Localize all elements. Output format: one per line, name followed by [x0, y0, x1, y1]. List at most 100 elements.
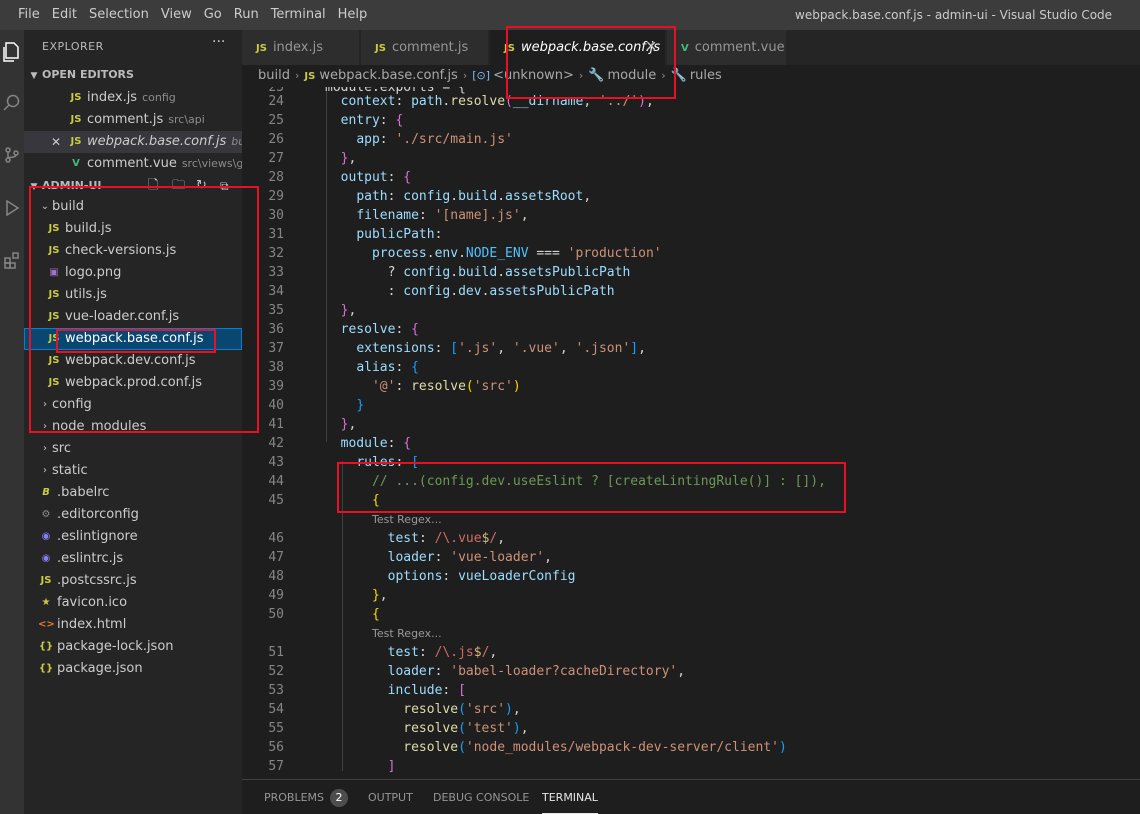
source-control-icon[interactable]	[0, 143, 24, 167]
open-editors-header[interactable]: ▼ OPEN EDITORS	[24, 64, 242, 86]
panel-tab-terminal[interactable]: TERMINAL	[542, 780, 598, 814]
tree-folder-static[interactable]: › static	[24, 460, 242, 482]
breadcrumb-item[interactable]: module	[608, 68, 657, 83]
code-line: // ...(config.dev.useEslint ? [createLin…	[371, 474, 826, 489]
menu-terminal[interactable]: Terminal	[265, 0, 332, 30]
tree-folder-config[interactable]: › config	[24, 394, 242, 416]
code-line: resolve('test'),	[403, 721, 529, 736]
line-number: 27	[268, 151, 284, 166]
code-line: context: path.resolve(__dirname, '../'),	[340, 94, 654, 109]
open-editor-item[interactable]: Vcomment.vuesrc\views\g...	[24, 153, 242, 175]
menu-edit[interactable]: Edit	[46, 0, 83, 30]
code-line: },	[340, 303, 357, 318]
line-number: 30	[268, 208, 284, 223]
code-line: alias: {	[356, 360, 419, 375]
tab-index-js[interactable]: JS index.js	[242, 30, 360, 65]
open-editor-item-active[interactable]: ✕JSwebpack.base.conf.jsbuild	[24, 131, 242, 153]
tree-folder-src[interactable]: › src	[24, 438, 242, 460]
tree-file[interactable]: JS check-versions.js	[24, 240, 242, 262]
line-number: 41	[268, 417, 284, 432]
line-number: 31	[268, 227, 284, 242]
tree-file[interactable]: JS webpack.prod.conf.js	[24, 372, 242, 394]
tree-file[interactable]: ◉ .eslintignore	[24, 526, 242, 548]
code-line: app: './src/main.js'	[356, 132, 513, 147]
menu-selection[interactable]: Selection	[83, 0, 155, 30]
tree-file[interactable]: JS vue-loader.conf.js	[24, 306, 242, 328]
open-editor-item[interactable]: JS comment.js src\api	[24, 109, 242, 131]
tree-file[interactable]: {} package-lock.json	[24, 636, 242, 658]
tree-file[interactable]: ⚙ .editorconfig	[24, 504, 242, 526]
json-file-icon: {}	[38, 663, 54, 674]
chevron-right-icon: ›	[43, 421, 47, 432]
menu-view[interactable]: View	[155, 0, 198, 30]
tab-webpack-base-conf-js[interactable]: JS webpack.base.conf.js ✕	[490, 30, 666, 65]
vue-file-icon: V	[72, 158, 80, 169]
code-line: include: [	[387, 683, 466, 698]
panel-tab-output[interactable]: OUTPUT	[368, 780, 413, 814]
line-number: 28	[268, 170, 284, 185]
menu-go[interactable]: Go	[198, 0, 228, 30]
json-file-icon: {}	[38, 641, 54, 652]
explorer-icon[interactable]	[0, 40, 24, 64]
line-number: 25	[268, 113, 284, 128]
extensions-icon[interactable]	[0, 248, 24, 272]
tree-file[interactable]: JS utils.js	[24, 284, 242, 306]
open-editor-item[interactable]: JS index.js config	[24, 87, 242, 109]
line-number: 54	[268, 702, 284, 717]
run-debug-icon[interactable]	[0, 196, 24, 220]
codelens-test-regex[interactable]: Test Regex...	[372, 624, 442, 643]
line-number: 34	[268, 284, 284, 299]
js-file-icon: JS	[48, 355, 60, 366]
search-icon[interactable]	[0, 90, 24, 114]
tree-file[interactable]: JS webpack.dev.conf.js	[24, 350, 242, 372]
menu-run[interactable]: Run	[228, 0, 265, 30]
vue-file-icon: V	[681, 43, 689, 54]
tree-file[interactable]: JS .postcssrc.js	[24, 570, 242, 592]
line-number: 50	[268, 607, 284, 622]
tree-file[interactable]: ★ favicon.ico	[24, 592, 242, 614]
breadcrumb-item[interactable]: webpack.base.conf.js	[319, 68, 458, 83]
editor-tab-bar: JS index.js JS comment.js JS webpack.base.c…	[242, 30, 1140, 65]
tree-file[interactable]: <> index.html	[24, 614, 242, 636]
js-file-icon: JS	[70, 136, 82, 147]
chevron-right-icon: ›	[462, 69, 468, 82]
project-header[interactable]: ▼ ADMIN-UI 🗋 🗀 ↻ ⧉	[24, 175, 242, 197]
breadcrumb-item[interactable]: <unknown>	[493, 68, 574, 83]
new-folder-icon[interactable]: 🗀	[172, 175, 185, 197]
refresh-icon[interactable]: ↻	[196, 175, 207, 197]
more-actions-icon[interactable]: ···	[212, 34, 225, 50]
tree-file[interactable]: ◉ .eslintrc.js	[24, 548, 242, 570]
tree-file[interactable]: ▣ logo.png	[24, 262, 242, 284]
tree-file-selected[interactable]: JS webpack.base.conf.js	[24, 328, 242, 350]
code-line: module: {	[340, 436, 412, 451]
menu-file[interactable]: File	[0, 0, 46, 30]
panel-tab-debug-console[interactable]: DEBUG CONSOLE	[433, 780, 529, 814]
panel-tab-problems[interactable]: PROBLEMS 2	[264, 780, 349, 814]
breadcrumb-item[interactable]: build	[258, 68, 290, 83]
tab-comment-vue[interactable]: Vcomment.vue	[667, 30, 787, 65]
breadcrumb-item[interactable]: rules	[690, 68, 722, 83]
tree-folder-node-modules[interactable]: › node_modules	[24, 416, 242, 438]
collapse-all-icon[interactable]: ⧉	[220, 175, 229, 197]
line-number: 44	[268, 474, 284, 489]
bottom-panel: PROBLEMS 2 OUTPUT DEBUG CONSOLE TERMINAL	[242, 779, 1140, 814]
code-line: resolve: {	[340, 322, 419, 337]
close-icon[interactable]: ✕	[48, 131, 64, 153]
chevron-right-icon: ›	[661, 69, 666, 82]
close-icon[interactable]: ✕	[645, 30, 657, 65]
tree-file[interactable]: {} package.json	[24, 658, 242, 680]
wrench-icon: 🔧	[670, 68, 687, 83]
chevron-right-icon: ›	[294, 69, 300, 82]
js-file-icon: JS	[48, 311, 60, 322]
tree-folder-build[interactable]: ⌄ build	[24, 196, 242, 218]
new-file-icon[interactable]: 🗋	[148, 175, 158, 197]
tree-file[interactable]: B .babelrc	[24, 482, 242, 504]
tree-file[interactable]: JS build.js	[24, 218, 242, 240]
babel-file-icon: B	[42, 487, 50, 498]
js-file-icon: JS	[40, 575, 52, 586]
code-editor[interactable]: 23 module.exports = { 24 context: path.r…	[242, 87, 1140, 779]
tab-comment-js[interactable]: JS comment.js	[361, 30, 489, 65]
codelens-test-regex[interactable]: Test Regex...	[372, 510, 442, 529]
menu-help[interactable]: Help	[332, 0, 374, 30]
js-file-icon: JS	[304, 71, 316, 82]
